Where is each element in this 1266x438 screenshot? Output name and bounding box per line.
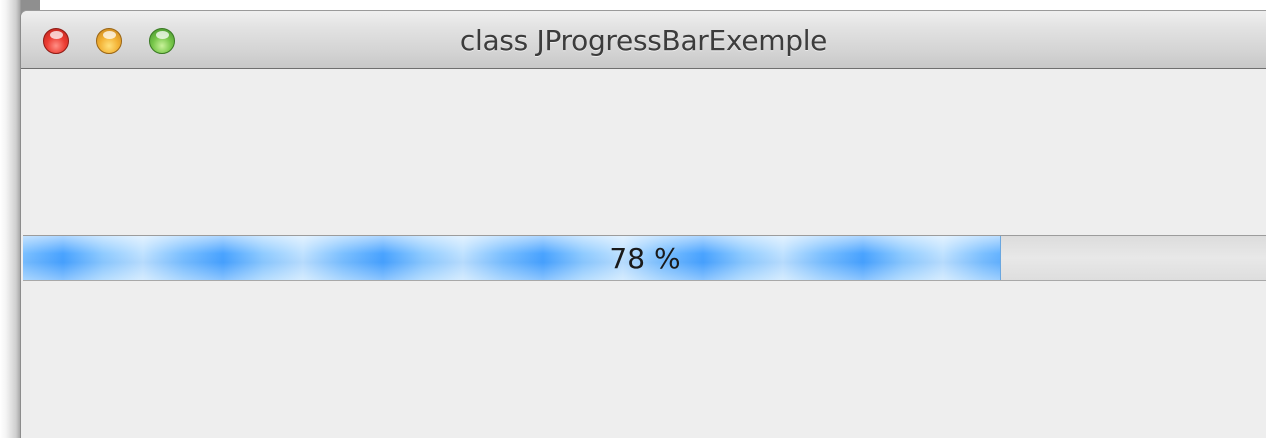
title-bar[interactable]: class JProgressBarExemple	[21, 11, 1266, 69]
progress-label: 78 %	[609, 242, 681, 275]
progress-bar: 78 %	[23, 235, 1266, 281]
desktop: class JProgressBarExemple 78 %	[0, 0, 1266, 438]
app-window: class JProgressBarExemple 78 %	[20, 10, 1266, 438]
window-title: class JProgressBarExemple	[459, 24, 828, 57]
content-pane: 78 %	[21, 69, 1266, 438]
